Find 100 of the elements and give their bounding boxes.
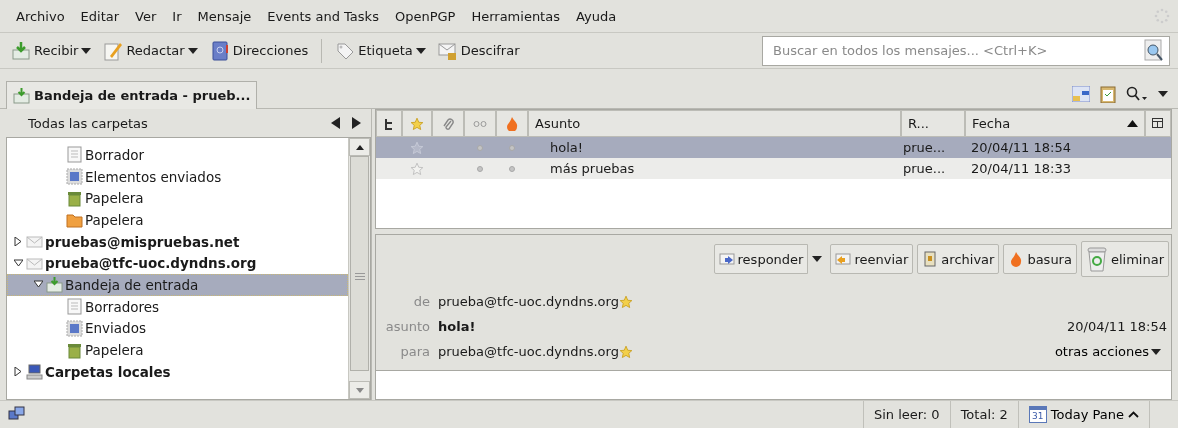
column-header[interactable]: R... (901, 110, 965, 137)
collapsed-arrow-icon[interactable] (13, 367, 23, 377)
search-icon[interactable] (1126, 86, 1148, 102)
toolbar-button[interactable]: Descifrar (434, 38, 523, 63)
folder-item[interactable]: Enviados (7, 317, 348, 340)
folder-item[interactable]: Borradores (7, 295, 348, 318)
date-text: 20/04/11 18:54 (1067, 319, 1167, 334)
folder-item[interactable]: Papelera (7, 187, 348, 210)
previous-arrow-icon[interactable] (331, 117, 340, 129)
thread-column-header[interactable] (376, 110, 402, 137)
folder-pane-title: Todas las carpetas (28, 115, 148, 131)
folder-item[interactable]: pruebas@mispruebas.net (7, 230, 348, 253)
stamp-icon (66, 168, 83, 186)
folder-item[interactable]: Borrador (7, 144, 348, 166)
pencil-note-icon (103, 40, 124, 61)
status-dot-icon (477, 165, 483, 172)
tab[interactable]: Bandeja de entrada - prueb... (6, 81, 258, 109)
folder-item[interactable]: Elementos enviados (7, 165, 348, 188)
column-header[interactable]: Asunto (528, 110, 901, 137)
toolbar-button[interactable]: Redactar (100, 38, 201, 63)
star-outline-icon (410, 140, 424, 155)
document-icon (66, 146, 83, 164)
recipient-address: prueba@tfc-uoc.dyndns.org (438, 344, 619, 359)
menu-item[interactable]: Ver (127, 8, 165, 24)
envelope-lock-icon (437, 40, 458, 61)
action-button[interactable]: responder (713, 244, 809, 274)
action-button[interactable]: archivar (917, 244, 1000, 274)
collapsed-arrow-icon[interactable] (13, 237, 23, 247)
field-label: asunto (384, 319, 431, 334)
folder-item[interactable]: Papelera (7, 209, 348, 231)
toolbar-button[interactable]: Recibir (8, 38, 95, 63)
inbox-tray-icon (11, 40, 31, 61)
star-column-header[interactable] (402, 110, 432, 137)
stamp-icon (66, 319, 83, 337)
attachment-column-header[interactable] (432, 110, 464, 137)
trash-can-icon (1085, 246, 1108, 272)
expanded-arrow-icon[interactable] (13, 258, 23, 268)
message-row[interactable]: hola! prue... 20/04/11 18:54 (376, 137, 1171, 158)
date-text: 20/04/11 18:54 (971, 140, 1071, 155)
expanded-arrow-icon[interactable] (33, 280, 43, 290)
sender-address: prueba@tfc-uoc.dyndns.org (438, 294, 619, 309)
menu-item[interactable]: Herramientas (463, 8, 568, 24)
folder-item[interactable]: Carpetas locales (7, 360, 348, 383)
star-outline-icon (410, 161, 424, 176)
chevron-up-icon (1128, 411, 1139, 418)
envelope-forward-icon (835, 251, 852, 267)
action-button[interactable]: basura (1003, 244, 1077, 274)
search-field[interactable]: Buscar en todos los mensajes... <Ctrl+K> (762, 35, 1170, 66)
today-pane-button[interactable]: 31 Today Pane (1017, 400, 1150, 428)
folder-item[interactable]: prueba@tfc-uoc.dyndns.org (7, 252, 348, 275)
address-book-icon (209, 40, 230, 61)
menu-item[interactable]: Ir (164, 8, 190, 24)
star-icon (410, 116, 424, 131)
other-actions-button[interactable]: otras acciones (1048, 343, 1167, 360)
correspondent-text: prue... (903, 140, 946, 155)
correspondent-text: prue... (903, 161, 946, 176)
action-button[interactable]: eliminar (1080, 241, 1169, 277)
trash-bin-icon (66, 189, 83, 207)
unread-count: Sin leer: 0 (862, 400, 950, 428)
toolbar-button[interactable]: Etiqueta (332, 38, 429, 63)
star-icon (618, 294, 633, 309)
menu-item[interactable]: Editar (72, 8, 128, 24)
total-count: Total: 2 (949, 400, 1018, 428)
field-label: para (399, 344, 431, 359)
subject-text: más pruebas (550, 161, 635, 176)
grip-icon (354, 273, 365, 280)
caret-icon (812, 256, 823, 262)
star-icon (618, 344, 633, 359)
paperclip-icon (442, 116, 454, 131)
date-text: 20/04/11 18:33 (971, 161, 1071, 176)
dropdown-caret-icon (81, 47, 92, 54)
layout-grid-icon[interactable] (1072, 86, 1090, 102)
column-picker[interactable] (1145, 110, 1171, 137)
menu-item[interactable]: Mensaje (189, 8, 260, 24)
trash-bin-icon (66, 341, 83, 359)
toolbar-button[interactable]: Direcciones (206, 38, 312, 63)
scroll-up-arrow-icon[interactable] (355, 144, 364, 150)
next-arrow-icon[interactable] (352, 117, 361, 129)
column-header[interactable]: Fecha (965, 110, 1145, 137)
action-button[interactable]: reenviar (830, 244, 914, 274)
inbox-tray-icon (46, 276, 63, 294)
glasses-icon (473, 120, 487, 127)
message-row[interactable]: más pruebas prue... 20/04/11 18:33 (376, 158, 1171, 179)
thread-icon (384, 117, 394, 130)
folder-item[interactable]: Bandeja de entrada (7, 274, 348, 296)
scrollbar[interactable] (348, 138, 370, 399)
folder-icon (66, 211, 83, 229)
scroll-down-arrow-icon[interactable] (355, 387, 364, 393)
tag-icon (335, 40, 356, 61)
menu-item[interactable]: Archivo (8, 8, 73, 24)
menu-item[interactable]: Ayuda (567, 8, 625, 24)
menu-item[interactable]: Events and Tasks (259, 8, 387, 24)
folder-item[interactable]: Papelera (7, 339, 348, 361)
status-dot-icon (509, 144, 515, 151)
menu-item[interactable]: OpenPGP (386, 8, 464, 24)
scrollbar-thumb[interactable] (350, 156, 369, 371)
archive-box-icon (922, 251, 939, 267)
computer-icon (26, 363, 43, 381)
clipboard-icon[interactable] (1100, 85, 1116, 103)
caret-icon (1151, 348, 1161, 355)
